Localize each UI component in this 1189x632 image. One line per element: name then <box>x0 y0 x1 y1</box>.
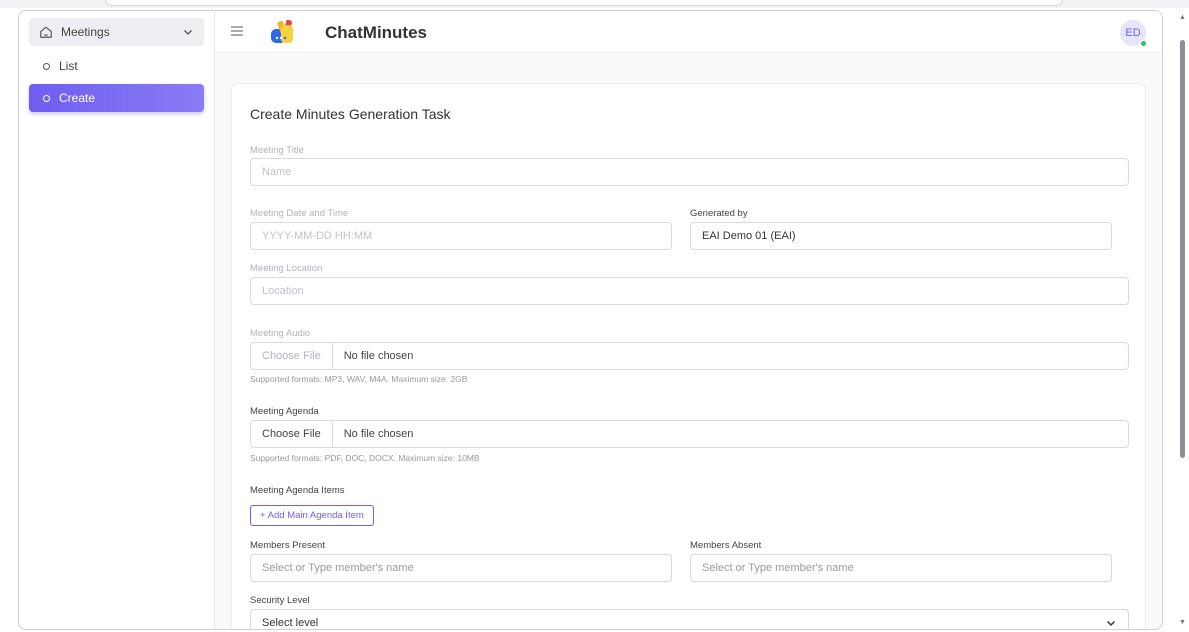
scroll-down-arrow-icon[interactable]: ▼ <box>1179 619 1186 626</box>
members-present-label: Members Present <box>250 540 325 551</box>
file-status-text: No file chosen <box>343 428 414 440</box>
meeting-agenda-file-input[interactable]: Choose File No file chosen <box>250 420 1129 448</box>
placeholder-text: Name <box>262 166 292 178</box>
app-window: Meetings List Create ChatMinutes ED Crea <box>18 10 1163 630</box>
sidebar-section-label: Meetings <box>61 25 110 39</box>
create-task-card: Create Minutes Generation Task Meeting T… <box>231 83 1146 629</box>
members-present-input[interactable]: Select or Type member's name <box>250 554 672 582</box>
chatminutes-logo <box>271 19 293 43</box>
agenda-format-hint: Supported formats: PDF, DOC, DOCX. Maxim… <box>250 453 480 463</box>
generated-by-value: EAI Demo 01 (EAI) <box>702 230 796 242</box>
placeholder-text: Location <box>262 285 304 297</box>
scrollbar-thumb[interactable] <box>1180 40 1185 458</box>
sidebar-item-label: List <box>59 59 78 73</box>
file-status-text: No file chosen <box>343 350 414 362</box>
top-header: ChatMinutes ED <box>215 11 1162 53</box>
main-content: Create Minutes Generation Task Meeting T… <box>215 54 1162 629</box>
choose-file-button[interactable]: Choose File <box>251 343 333 369</box>
meeting-title-input[interactable]: Name <box>250 158 1129 186</box>
user-avatar[interactable]: ED <box>1120 20 1147 47</box>
hamburger-menu-icon[interactable] <box>231 26 243 36</box>
members-absent-label: Members Absent <box>690 540 762 551</box>
avatar-initials: ED <box>1125 27 1141 39</box>
page-title: Create Minutes Generation Task <box>250 106 451 122</box>
sidebar-item-label: Create <box>59 91 96 105</box>
generated-by-label: Generated by <box>690 208 748 219</box>
placeholder-text: Select or Type member's name <box>262 562 414 574</box>
add-main-agenda-item-button[interactable]: + Add Main Agenda Item <box>250 505 374 526</box>
selected-value: Select level <box>262 617 319 629</box>
browser-top-strip <box>0 0 1189 8</box>
placeholder-text: Select or Type member's name <box>702 562 854 574</box>
meeting-location-label: Meeting Location <box>250 263 323 274</box>
chevron-down-icon <box>184 30 192 35</box>
security-level-select[interactable]: Select level <box>250 609 1129 629</box>
meeting-datetime-label: Meeting Date and Time <box>250 208 349 219</box>
address-bar[interactable] <box>105 0 1063 6</box>
members-absent-input[interactable]: Select or Type member's name <box>690 554 1112 582</box>
sidebar-section-meetings[interactable]: Meetings <box>29 18 204 46</box>
brand-name: ChatMinutes <box>325 23 427 42</box>
placeholder-text: YYYY-MM-DD HH:MM <box>262 230 373 242</box>
sidebar-item-create[interactable]: Create <box>29 84 204 112</box>
meeting-location-input[interactable]: Location <box>250 277 1129 305</box>
scroll-up-arrow-icon[interactable]: ▲ <box>1179 14 1186 21</box>
meeting-agenda-label: Meeting Agenda <box>250 406 319 417</box>
generated-by-field[interactable]: EAI Demo 01 (EAI) <box>690 222 1112 250</box>
audio-format-hint: Supported formats: MP3, WAV, M4A. Maximu… <box>250 374 468 384</box>
meeting-title-label: Meeting Title <box>250 145 304 156</box>
circle-icon <box>43 94 50 102</box>
agenda-items-label: Meeting Agenda Items <box>250 485 345 496</box>
home-icon <box>40 26 52 38</box>
chevron-down-icon <box>1106 620 1116 627</box>
meeting-audio-label: Meeting Audio <box>250 328 311 339</box>
online-status-icon <box>1140 40 1147 47</box>
meeting-datetime-input[interactable]: YYYY-MM-DD HH:MM <box>250 222 672 250</box>
security-level-label: Security Level <box>250 595 310 606</box>
sidebar-item-list[interactable]: List <box>29 52 204 80</box>
choose-file-button[interactable]: Choose File <box>251 421 333 447</box>
meeting-audio-file-input[interactable]: Choose File No file chosen <box>250 342 1129 370</box>
circle-icon <box>43 62 50 70</box>
page-scrollbar[interactable]: ▲ ▼ <box>1175 10 1189 630</box>
sidebar: Meetings List Create <box>19 11 215 629</box>
